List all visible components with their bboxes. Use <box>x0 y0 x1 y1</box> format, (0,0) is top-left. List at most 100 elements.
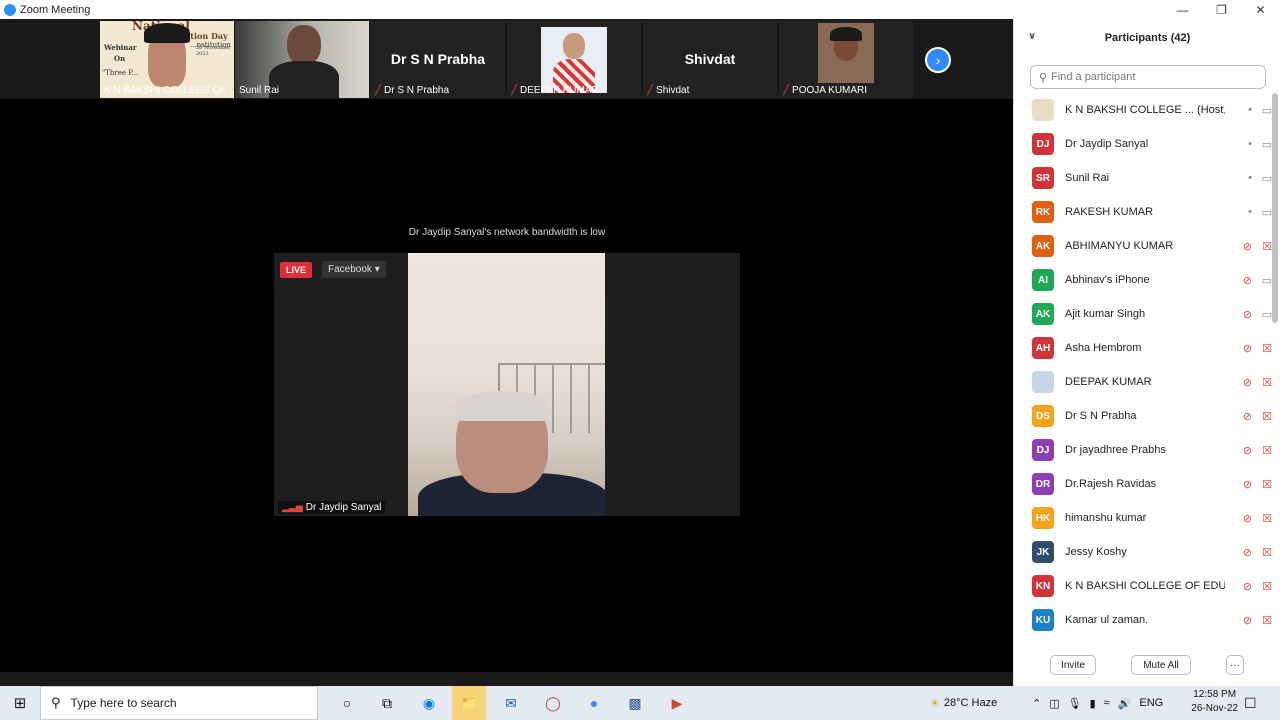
thumbnail-tile[interactable]: Sunil Rai <box>235 21 369 98</box>
live-badge[interactable]: LIVE <box>280 262 313 278</box>
avatar: AH <box>1032 337 1054 359</box>
participant-row[interactable]: DS Dr S N Prabha ⊘ ☒ <box>1014 399 1272 433</box>
active-speaker-video[interactable]: LIVE Facebook ▾ ▂▃▅ Dr Jaydip Sanyal <box>274 253 740 516</box>
participant-row[interactable]: SR Sunil Rai • ▭ <box>1014 161 1272 195</box>
bottom-toolbar <box>0 672 1013 686</box>
mic-muted-icon[interactable]: ⊘ <box>1243 444 1252 457</box>
minimize-button[interactable]: — <box>1163 0 1202 19</box>
thumbnail-name-row: ╱ Dr S N Prabha <box>375 85 449 96</box>
participant-row[interactable]: DR Dr.Rajesh Ravidas ⊘ ☒ <box>1014 467 1272 501</box>
participant-row[interactable]: KN K N BAKSHI COLLEGE OF EDUCA... ⊘ ☒ <box>1014 569 1272 603</box>
mic-muted-icon[interactable]: ⊘ <box>1243 274 1252 287</box>
mic-muted-icon: ╱ <box>783 85 790 96</box>
thumbnail-name-row: ╱ DEEPAK KUMAR <box>511 85 599 96</box>
participant-row[interactable]: AK Ajit kumar Singh ⊘ ▭ <box>1014 297 1272 331</box>
mute-all-button[interactable]: Mute All <box>1131 655 1191 675</box>
next-page-button[interactable]: › <box>925 47 951 73</box>
mic-icon[interactable]: • <box>1248 172 1252 184</box>
participant-row[interactable]: AI Abhinav's iPhone ⊘ ▭ <box>1014 263 1272 297</box>
participant-row[interactable]: KU Kamar ul zaman. ⊘ ☒ <box>1014 603 1272 637</box>
participant-search-input[interactable]: ⚲ Find a participant <box>1030 65 1266 89</box>
camera-off-icon[interactable]: ☒ <box>1262 478 1272 491</box>
chrome-icon[interactable]: ◯ <box>536 686 570 720</box>
presentation-icon[interactable]: ▶ <box>660 686 694 720</box>
notification-icon[interactable]: ☐ <box>1244 686 1257 720</box>
microphone-icon[interactable]: 🎙 <box>1068 697 1082 710</box>
thumbnail-tile[interactable]: National Constitution Day Webinar On 26 … <box>100 21 234 98</box>
participant-row[interactable]: RK RAKESH KUMAR • ▭ <box>1014 195 1272 229</box>
mic-muted-icon[interactable]: ⊘ <box>1243 546 1252 559</box>
weather-widget[interactable]: ☀ 28°C Haze <box>930 686 997 720</box>
chevron-down-icon[interactable]: ∨ <box>1028 31 1036 42</box>
windows-start-icon[interactable]: ⊞ <box>0 686 40 720</box>
camera-off-icon[interactable]: ☒ <box>1262 546 1272 559</box>
camera-icon[interactable]: ▭ <box>1262 138 1272 151</box>
participant-row[interactable]: DJ Dr jayadhree Prabhs ⊘ ☒ <box>1014 433 1272 467</box>
camera-off-icon[interactable]: ☒ <box>1262 580 1272 593</box>
camera-off-icon[interactable]: ☒ <box>1262 342 1272 355</box>
participant-row[interactable]: AH Asha Hembrom ⊘ ☒ <box>1014 331 1272 365</box>
thumbnail-tile[interactable]: Dr S N Prabha ╱ Dr S N Prabha <box>371 21 505 98</box>
mic-muted-icon[interactable]: ⊘ <box>1243 376 1252 389</box>
taskbar-clock[interactable]: 12:58 PM 26-Nov-22 <box>1191 688 1238 716</box>
zoom-app-icon <box>4 3 16 16</box>
battery-icon[interactable]: ▮ <box>1090 697 1096 710</box>
mic-icon[interactable]: • <box>1248 206 1252 218</box>
meet-now-icon[interactable]: ◫ <box>1049 697 1059 710</box>
mic-muted-icon[interactable]: ⊘ <box>1243 410 1252 423</box>
participant-row[interactable]: AK ABHIMANYU KUMAR ⊘ ☒ <box>1014 229 1272 263</box>
stream-dropdown[interactable]: Facebook ▾ <box>322 261 386 278</box>
mic-icon[interactable]: • <box>1248 138 1252 150</box>
camera-icon[interactable]: ▭ <box>1262 104 1272 117</box>
banner-line: ...nstitution <box>190 41 231 49</box>
edge-browser-icon[interactable]: ◉ <box>412 686 446 720</box>
camera-off-icon[interactable]: ☒ <box>1262 240 1272 253</box>
avatar <box>1032 371 1054 393</box>
mail-icon[interactable]: ✉ <box>494 686 528 720</box>
participant-name: Dr jayadhree Prabhs <box>1065 444 1166 456</box>
participant-row[interactable]: DJ Dr Jaydip Sanyal • ▭ <box>1014 127 1272 161</box>
camera-icon[interactable]: ▭ <box>1262 206 1272 219</box>
participant-row[interactable]: DEEPAK KUMAR ⊘ ☒ <box>1014 365 1272 399</box>
language-indicator[interactable]: ENG <box>1139 697 1163 709</box>
camera-off-icon[interactable]: ☒ <box>1262 614 1272 627</box>
mic-icon[interactable]: • <box>1248 104 1252 116</box>
more-options-button[interactable]: ··· <box>1226 655 1244 675</box>
scrollbar[interactable] <box>1272 93 1278 323</box>
zoom-taskbar-icon[interactable]: ● <box>577 686 611 720</box>
camera-off-icon[interactable]: ☒ <box>1262 376 1272 389</box>
mic-muted-icon[interactable]: ⊘ <box>1243 342 1252 355</box>
word-icon[interactable]: ▩ <box>618 686 652 720</box>
participant-row[interactable]: HK himanshu kumar ⊘ ☒ <box>1014 501 1272 535</box>
chevron-up-icon[interactable]: ⌃ <box>1032 697 1041 710</box>
presenter-hair <box>144 23 190 43</box>
close-button[interactable]: ✕ <box>1241 0 1280 19</box>
camera-off-icon[interactable]: ☒ <box>1262 512 1272 525</box>
camera-icon[interactable]: ▭ <box>1262 172 1272 185</box>
thumbnail-tile[interactable]: ╱ DEEPAK KUMAR <box>507 21 641 98</box>
wifi-icon[interactable]: ≈ <box>1104 697 1110 709</box>
maximize-button[interactable]: ❐ <box>1202 0 1241 19</box>
mic-muted-icon[interactable]: ⊘ <box>1243 512 1252 525</box>
participant-row[interactable]: JK Jessy Koshy ⊘ ☒ <box>1014 535 1272 569</box>
thumbnail-tile[interactable]: Shivdat ╱ Shivdat <box>643 21 777 98</box>
mic-muted-icon[interactable]: ⊘ <box>1243 240 1252 253</box>
file-explorer-icon[interactable]: 📁 <box>452 686 486 720</box>
taskbar-search-input[interactable]: ⚲ Type here to search <box>40 686 318 720</box>
mic-muted-icon[interactable]: ⊘ <box>1243 614 1252 627</box>
participant-row[interactable]: K N BAKSHI COLLEGE ... (Host, me) • ▭ <box>1014 93 1272 127</box>
thumbnail-tile[interactable]: ╱ POOJA KUMARI <box>779 21 913 98</box>
camera-icon[interactable]: ▭ <box>1262 308 1272 321</box>
camera-off-icon[interactable]: ☒ <box>1262 444 1272 457</box>
invite-button[interactable]: Invite <box>1050 655 1096 675</box>
mic-muted-icon[interactable]: ⊘ <box>1243 478 1252 491</box>
mic-muted-icon[interactable]: ⊘ <box>1243 308 1252 321</box>
camera-off-icon[interactable]: ☒ <box>1262 410 1272 423</box>
mic-muted-icon[interactable]: ⊘ <box>1243 580 1252 593</box>
task-view-icon[interactable]: ⧉ <box>370 686 404 720</box>
avatar: DJ <box>1032 133 1054 155</box>
camera-icon[interactable]: ▭ <box>1262 274 1272 287</box>
cortana-icon[interactable]: ○ <box>330 686 364 720</box>
volume-icon[interactable]: 🔊 <box>1118 697 1132 710</box>
participant-name: Dr.Rajesh Ravidas <box>1065 478 1157 490</box>
